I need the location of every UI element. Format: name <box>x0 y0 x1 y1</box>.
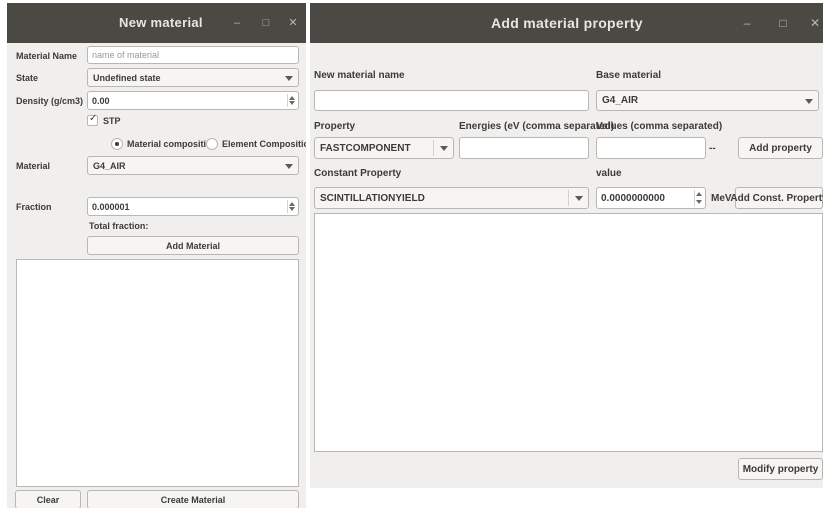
density-spinbox[interactable]: 0.00 <box>87 91 299 110</box>
constant-property-dropdown[interactable]: SCINTILLATIONYIELD <box>314 187 589 209</box>
material-composition-radio[interactable] <box>111 138 123 150</box>
chevron-down-icon <box>805 98 813 104</box>
window-title: New material <box>119 15 203 30</box>
spin-arrows-icon[interactable] <box>287 200 296 213</box>
material-name-placeholder: name of material <box>92 50 160 60</box>
create-material-button[interactable]: Create Material <box>87 490 299 508</box>
modify-property-button[interactable]: Modify property <box>738 458 823 480</box>
value-unit: MeV <box>711 193 732 204</box>
radio-selected-dot <box>115 142 119 146</box>
separator-dash: -- <box>709 143 716 154</box>
property-label: Property <box>314 121 356 132</box>
checkmark-icon: ✓ <box>89 113 98 124</box>
property-dropdown[interactable]: FASTCOMPONENT <box>314 137 454 159</box>
material-name-input[interactable]: name of material <box>87 46 299 64</box>
title-bar: New material – □ ✕ <box>7 3 306 43</box>
maximize-icon[interactable]: □ <box>255 3 277 43</box>
material-name-label: Material Name <box>16 51 78 61</box>
state-value: Undefined state <box>93 72 161 83</box>
constant-property-value: SCINTILLATIONYIELD <box>320 192 425 204</box>
stp-checkbox[interactable]: ✓ <box>87 113 98 126</box>
value-label: value <box>596 168 622 179</box>
title-bar: Add material property – □ ✕ <box>310 3 823 43</box>
property-list[interactable] <box>314 213 823 452</box>
close-icon[interactable]: ✕ <box>282 3 304 43</box>
minimize-icon[interactable]: – <box>736 3 758 43</box>
element-composition-radio[interactable] <box>206 138 218 150</box>
chevron-down-icon <box>440 146 448 151</box>
clear-button[interactable]: Clear <box>15 490 81 508</box>
energies-input[interactable] <box>459 137 589 159</box>
chevron-down-icon <box>285 75 293 81</box>
add-material-property-window: Add material property – □ ✕ New material… <box>310 3 823 488</box>
state-dropdown[interactable]: Undefined state <box>87 68 299 87</box>
spin-arrows-icon[interactable] <box>694 190 703 206</box>
material-label: Material <box>16 161 51 171</box>
constant-property-label: Constant Property <box>314 168 402 179</box>
material-value: G4_AIR <box>93 160 126 171</box>
chevron-down-icon <box>575 196 583 201</box>
add-const-property-button[interactable]: Add Const. Property <box>730 187 823 209</box>
property-value: FASTCOMPONENT <box>320 142 411 154</box>
energies-label: Energies (eV (comma separated) <box>459 121 615 132</box>
state-label: State <box>16 73 39 83</box>
value-spinbox[interactable]: 0.0000000000 <box>596 187 706 209</box>
fraction-label: Fraction <box>16 202 52 212</box>
add-material-button[interactable]: Add Material <box>87 236 299 255</box>
base-material-dropdown[interactable]: G4_AIR <box>596 90 819 111</box>
fraction-spinbox[interactable]: 0.000001 <box>87 197 299 216</box>
new-material-name-input[interactable] <box>314 90 589 111</box>
close-icon[interactable]: ✕ <box>804 3 823 43</box>
density-label: Density (g/cm3) <box>16 96 84 106</box>
density-value: 0.00 <box>92 95 110 106</box>
new-material-name-label: New material name <box>314 70 405 81</box>
chevron-down-icon <box>285 163 293 169</box>
material-dropdown[interactable]: G4_AIR <box>87 156 299 175</box>
value-value: 0.0000000000 <box>601 192 665 204</box>
material-composition-label: Material composition <box>127 139 218 149</box>
new-material-window: New material – □ ✕ Material Name name of… <box>7 3 306 508</box>
minimize-icon[interactable]: – <box>226 3 248 43</box>
stp-label: STP <box>103 116 121 126</box>
base-material-label: Base material <box>596 70 662 81</box>
maximize-icon[interactable]: □ <box>772 3 794 43</box>
values-input[interactable] <box>596 137 706 159</box>
material-list[interactable] <box>16 259 299 487</box>
spin-arrows-icon[interactable] <box>287 94 296 107</box>
window-title: Add material property <box>491 15 643 31</box>
total-fraction-label: Total fraction: <box>89 221 149 231</box>
values-label: Values (comma separated) <box>596 121 723 132</box>
fraction-value: 0.000001 <box>92 201 130 212</box>
add-property-button[interactable]: Add property <box>738 137 823 159</box>
element-composition-label: Element Composition <box>222 139 306 149</box>
base-material-value: G4_AIR <box>602 95 639 106</box>
